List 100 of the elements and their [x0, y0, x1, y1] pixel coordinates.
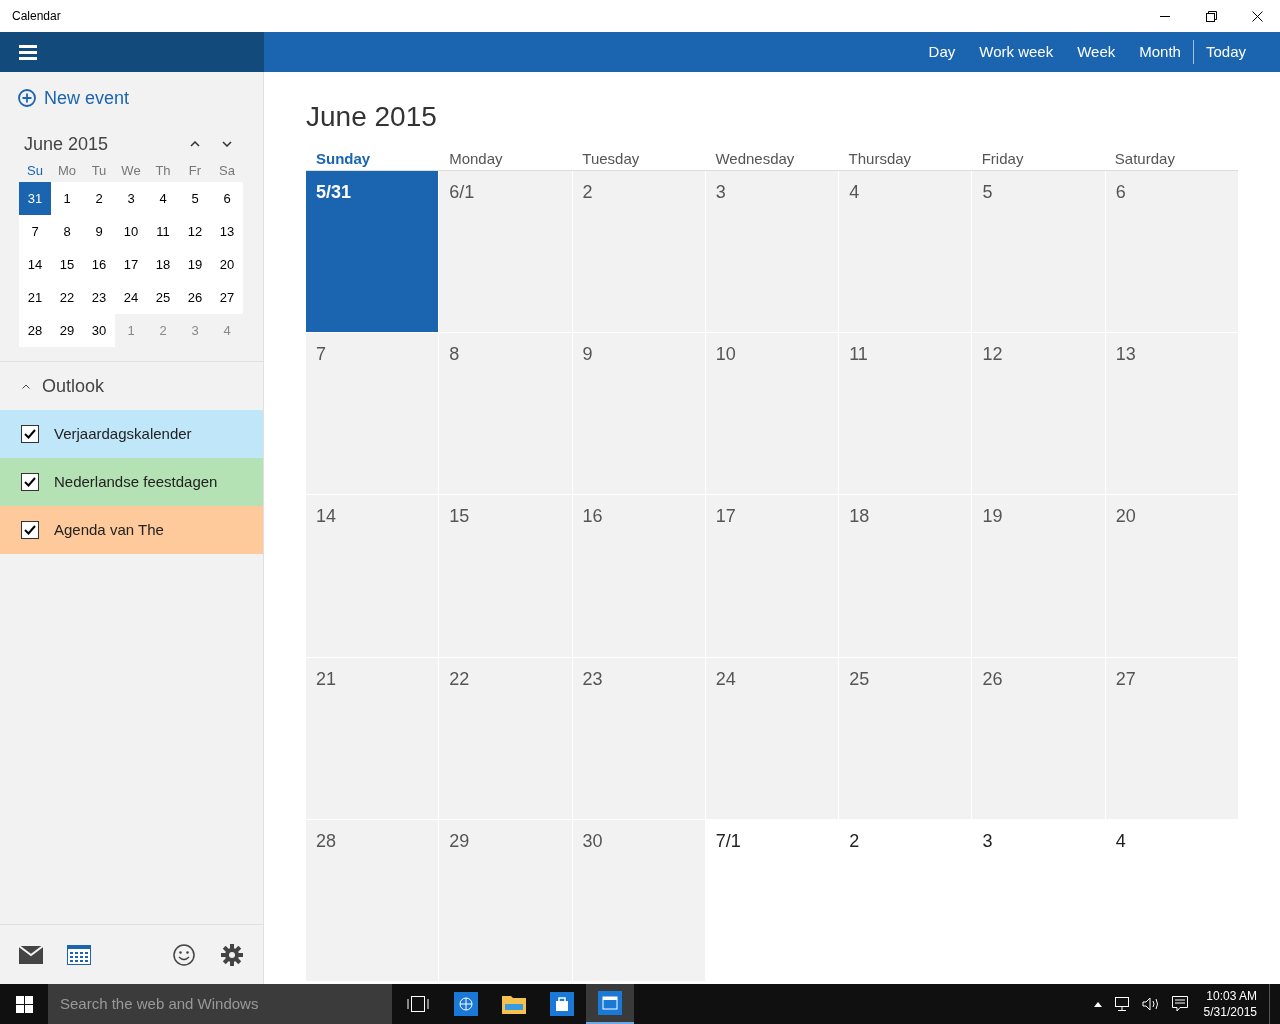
date-cell[interactable]: 23 — [83, 281, 115, 314]
day-number: 23 — [582, 668, 603, 689]
new-event-button[interactable]: New event — [18, 84, 130, 112]
date-cell[interactable]: 27 — [211, 281, 243, 314]
folder-icon — [502, 994, 526, 1014]
day-cell[interactable]: 27 — [1105, 657, 1238, 819]
date-cell[interactable]: 2 — [83, 182, 115, 215]
view-tab[interactable]: Day — [916, 32, 968, 72]
day-cell[interactable]: 25 — [839, 657, 972, 819]
date-cell[interactable]: 25 — [147, 281, 179, 314]
date-cell[interactable]: 17 — [115, 248, 147, 281]
date-cell[interactable]: 8 — [51, 215, 83, 248]
date-cell[interactable]: 13 — [211, 215, 243, 248]
day-cell[interactable]: 3 — [705, 171, 839, 333]
weekday-header: Saturday — [1113, 149, 1176, 169]
taskbar-app-button[interactable] — [586, 984, 634, 1024]
date-cell[interactable]: 31 — [19, 182, 51, 215]
weekday-label: Su — [26, 162, 44, 181]
date-cell[interactable]: 7 — [19, 215, 51, 248]
chevron-down-icon — [222, 141, 232, 147]
day-number: 7/1 — [715, 830, 741, 851]
day-cell[interactable]: 11 — [839, 333, 972, 495]
day-number: 26 — [982, 668, 1003, 689]
day-cell[interactable]: 22 — [439, 657, 572, 819]
checkbox[interactable] — [21, 473, 39, 491]
day-number: 25 — [849, 668, 870, 689]
date-cell[interactable]: 15 — [51, 248, 83, 281]
date-cell[interactable]: 20 — [211, 248, 243, 281]
day-cell[interactable]: 2 — [572, 171, 705, 333]
restore-icon — [1205, 10, 1217, 22]
day-cell[interactable]: 6/1 — [439, 171, 572, 333]
date-cell[interactable]: 16 — [83, 248, 115, 281]
day-number: 16 — [582, 506, 603, 527]
search-input[interactable]: Search the web and Windows — [60, 992, 380, 1016]
date-cell[interactable]: 14 — [19, 248, 51, 281]
date-cell[interactable]: 4 — [147, 182, 179, 215]
clock-date: 5/31/2015 — [1203, 1004, 1257, 1020]
day-cell[interactable]: 24 — [705, 657, 839, 819]
date-cell[interactable]: 18 — [147, 248, 179, 281]
day-cell[interactable]: 16 — [572, 495, 705, 657]
calendar-icon — [598, 991, 622, 1015]
day-cell[interactable]: 10 — [705, 333, 839, 495]
day-cell[interactable]: 20 — [1105, 495, 1238, 657]
search-field[interactable]: Search the web and Windows — [48, 984, 392, 1024]
date-cell[interactable]: 10 — [115, 215, 147, 248]
view-tab[interactable]: Week — [1065, 32, 1128, 72]
date-cell[interactable]: 24 — [115, 281, 147, 314]
date-cell[interactable]: 26 — [179, 281, 211, 314]
date-cell[interactable]: 11 — [147, 215, 179, 248]
date-cell[interactable]: 22 — [51, 281, 83, 314]
day-cell[interactable]: 5 — [972, 171, 1105, 333]
day-number: 29 — [449, 830, 470, 851]
day-cell[interactable]: 30 — [572, 819, 705, 981]
date-cell[interactable]: 6 — [211, 182, 243, 215]
date-cell[interactable]: 29 — [51, 314, 83, 347]
date-cell[interactable]: 30 — [83, 314, 115, 347]
date-cell[interactable]: 12 — [179, 215, 211, 248]
day-number: 30 — [582, 830, 603, 851]
day-cell[interactable]: 8 — [439, 333, 572, 495]
settings-button[interactable] — [220, 942, 244, 967]
date-cell[interactable]: 3 — [115, 182, 147, 215]
globe-icon — [454, 992, 478, 1016]
day-cell[interactable]: 23 — [572, 657, 705, 819]
date-cell[interactable]: 28 — [19, 314, 51, 347]
calendar-row[interactable]: Verjaardagskalender — [0, 410, 263, 458]
day-cell[interactable]: 17 — [705, 495, 839, 657]
day-cell[interactable]: 6 — [1105, 171, 1238, 333]
day-cell[interactable]: 29 — [439, 819, 572, 981]
menu-button[interactable] — [18, 42, 38, 62]
day-cell[interactable]: 14 — [306, 495, 439, 657]
day-cell[interactable]: 5/31 — [306, 171, 439, 333]
day-number: 9 — [582, 344, 593, 365]
calendar-row[interactable]: Agenda van The — [0, 506, 263, 554]
day-cell[interactable]: 19 — [972, 495, 1105, 657]
minimize-icon — [1160, 15, 1170, 17]
checkbox[interactable] — [21, 521, 39, 539]
date-cell[interactable]: 1 — [51, 182, 83, 215]
date-cell[interactable]: 9 — [83, 215, 115, 248]
day-cell[interactable]: 21 — [306, 657, 439, 819]
day-cell[interactable]: 4 — [839, 171, 972, 333]
feedback-button[interactable] — [172, 942, 196, 967]
day-cell[interactable]: 9 — [572, 333, 705, 495]
day-number: 19 — [982, 506, 1003, 527]
date-cell[interactable]: 5 — [179, 182, 211, 215]
show-desktop-button[interactable] — [1269, 984, 1272, 1024]
day-cell[interactable]: 7 — [306, 333, 439, 495]
calendar-row[interactable]: Nederlandse feestdagen — [0, 458, 263, 506]
day-cell[interactable]: 18 — [839, 495, 972, 657]
account-toggle[interactable]: Outlook — [22, 374, 105, 398]
day-cell[interactable]: 28 — [306, 819, 439, 981]
day-cell[interactable]: 12 — [972, 333, 1105, 495]
day-cell[interactable]: 15 — [439, 495, 572, 657]
day-cell[interactable]: 26 — [972, 657, 1105, 819]
today-button[interactable]: Today — [1193, 32, 1258, 72]
view-tab[interactable]: Month — [1127, 32, 1193, 72]
checkbox[interactable] — [21, 425, 39, 443]
date-cell[interactable]: 21 — [19, 281, 51, 314]
date-cell[interactable]: 19 — [179, 248, 211, 281]
day-cell[interactable]: 13 — [1105, 333, 1238, 495]
view-tab[interactable]: Work week — [967, 32, 1066, 72]
